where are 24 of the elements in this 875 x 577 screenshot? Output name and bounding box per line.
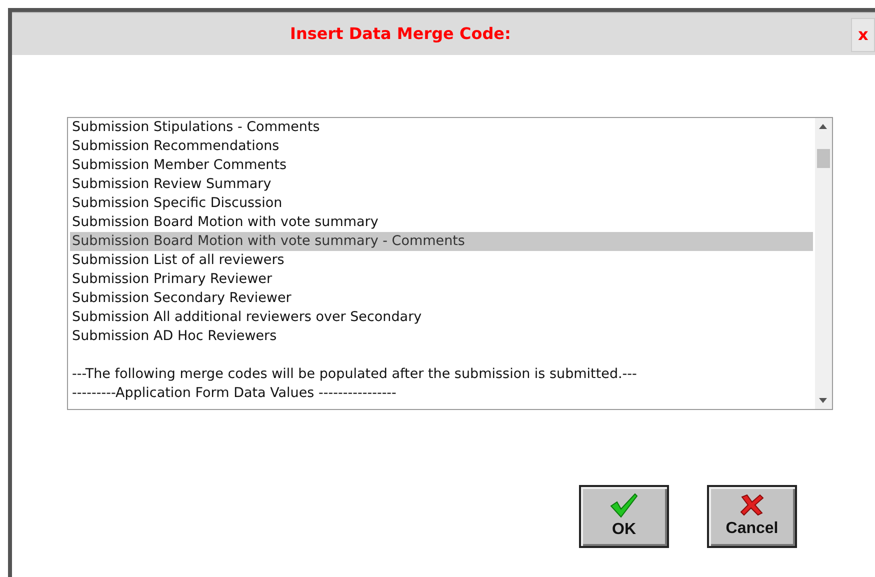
merge-code-list[interactable] xyxy=(67,117,833,410)
scroll-down-icon xyxy=(819,398,827,403)
list-item[interactable]: Submission Specific Discussion xyxy=(70,194,813,213)
list-item[interactable]: ---------Application Form Data Values ---------------- xyxy=(70,384,813,403)
list-item[interactable]: Submission List of all reviewers xyxy=(70,251,813,270)
scrollbar[interactable] xyxy=(815,118,832,409)
list-item[interactable]: Submission Review Summary xyxy=(70,175,813,194)
list-item[interactable]: Submission All additional reviewers over Secondary xyxy=(70,308,813,327)
scroll-thumb[interactable] xyxy=(817,149,830,168)
cross-icon xyxy=(739,492,765,516)
dialog-title: Insert Data Merge Code: xyxy=(290,23,511,45)
list-item[interactable]: Submission Recommendations xyxy=(70,137,813,156)
list-item[interactable]: Submission Primary Reviewer xyxy=(70,270,813,289)
list-item[interactable]: Submission Member Comments xyxy=(70,156,813,175)
list-item[interactable]: Submission AD Hoc Reviewers xyxy=(70,327,813,346)
ok-button[interactable]: OK xyxy=(579,485,669,548)
list-item[interactable]: Submission Board Motion with vote summary xyxy=(70,213,813,232)
list-item[interactable]: Submission Stipulations - Comments xyxy=(70,118,813,137)
cancel-button[interactable]: Cancel xyxy=(707,485,797,548)
list-item[interactable]: ---The following merge codes will be populated after the submission is submitted.--- xyxy=(70,365,813,384)
list-item[interactable]: Submission Secondary Reviewer xyxy=(70,289,813,308)
scroll-up-icon xyxy=(819,124,827,129)
list-item[interactable]: Submission Board Motion with vote summary - Comments xyxy=(70,232,813,251)
checkmark-icon xyxy=(609,492,639,518)
